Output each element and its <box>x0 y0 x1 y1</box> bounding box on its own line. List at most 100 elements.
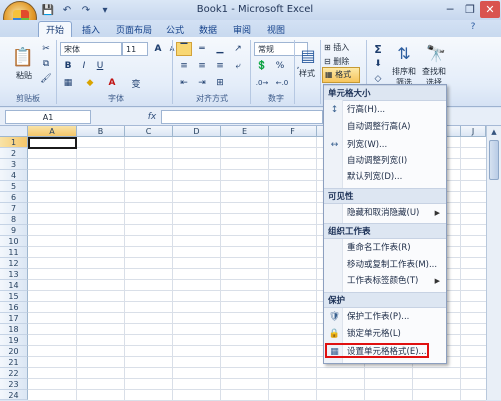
minimize-button[interactable]: ─ <box>440 1 460 18</box>
copy-icon[interactable]: ⧉ <box>38 57 54 71</box>
border-icon[interactable]: ▦ <box>60 76 76 90</box>
row-header-4[interactable]: 4 <box>0 170 28 181</box>
menu-item-autofit-row[interactable]: 自动调整行高(A) <box>324 119 446 135</box>
align-bottom-icon[interactable]: ▁ <box>212 42 228 56</box>
tab-review[interactable]: 审阅 <box>228 21 256 37</box>
format-cells-button[interactable]: ▦ 格式 <box>325 68 361 82</box>
find-select-label[interactable]: 查找和 <box>418 66 450 77</box>
align-center-icon[interactable]: ≡ <box>194 59 210 73</box>
redo-icon[interactable]: ↷ <box>78 3 94 18</box>
merge-center-icon[interactable]: ⊞ <box>212 76 228 90</box>
tab-view[interactable]: 视图 <box>262 21 290 37</box>
row-header-8[interactable]: 8 <box>0 214 28 225</box>
row-header-9[interactable]: 9 <box>0 225 28 236</box>
row-header-11[interactable]: 11 <box>0 247 28 258</box>
row-header-24[interactable]: 24 <box>0 390 28 400</box>
insert-cells-button[interactable]: ⊞ 插入 <box>324 41 362 55</box>
menu-item-autofit-column[interactable]: 自动调整列宽(I) <box>324 153 446 169</box>
row-header-12[interactable]: 12 <box>0 258 28 269</box>
column-header-a[interactable]: A <box>28 126 77 137</box>
styles-icon[interactable]: ▤ <box>296 44 320 66</box>
font-color-icon[interactable]: A <box>104 76 120 90</box>
save-icon[interactable]: 💾 <box>40 3 56 18</box>
tab-page-layout[interactable]: 页面布局 <box>110 21 158 37</box>
column-header-f[interactable]: F <box>269 126 317 137</box>
name-box[interactable]: A1 <box>5 110 91 124</box>
row-header-3[interactable]: 3 <box>0 159 28 170</box>
row-header-21[interactable]: 21 <box>0 357 28 368</box>
align-top-icon[interactable]: ▔ <box>176 42 192 56</box>
fill-icon[interactable]: ⬇ <box>370 57 386 71</box>
insert-function-button[interactable]: fx <box>144 110 160 124</box>
find-select-icon[interactable]: 🔭 <box>424 42 448 64</box>
italic-button[interactable]: I <box>76 59 92 73</box>
menu-item-row-height[interactable]: ↕ 行高(H)... <box>324 102 446 118</box>
underline-button[interactable]: U <box>92 59 108 73</box>
paste-label[interactable]: 粘贴 <box>11 70 37 81</box>
tab-insert[interactable]: 插入 <box>76 21 106 37</box>
decrease-indent-icon[interactable]: ⇤ <box>176 76 192 90</box>
tab-home[interactable]: 开始 <box>38 21 72 37</box>
row-header-6[interactable]: 6 <box>0 192 28 203</box>
row-header-2[interactable]: 2 <box>0 148 28 159</box>
formula-input[interactable] <box>161 110 323 124</box>
font-name-select[interactable]: 宋体 <box>60 42 122 56</box>
scroll-up-icon[interactable]: ▲ <box>487 126 501 138</box>
increase-decimal-icon[interactable]: .0→ <box>254 76 270 90</box>
select-all-corner[interactable] <box>0 126 28 137</box>
row-header-5[interactable]: 5 <box>0 181 28 192</box>
row-header-23[interactable]: 23 <box>0 379 28 390</box>
decrease-decimal-icon[interactable]: ←.0 <box>274 76 290 90</box>
vertical-scrollbar[interactable]: ▲ <box>486 126 501 400</box>
row-header-7[interactable]: 7 <box>0 203 28 214</box>
orientation-icon[interactable]: ↗ <box>230 42 246 56</box>
close-button[interactable]: ✕ <box>480 1 500 18</box>
menu-item-move-copy[interactable]: 移动或复制工作表(M)... <box>324 257 446 273</box>
font-size-select[interactable]: 11 <box>122 42 148 56</box>
row-header-17[interactable]: 17 <box>0 313 28 324</box>
active-cell[interactable] <box>28 137 77 149</box>
help-icon[interactable]: ? <box>466 22 480 35</box>
column-header-c[interactable]: C <box>125 126 173 137</box>
menu-item-hide-unhide[interactable]: 隐藏和取消隐藏(U) ▶ <box>324 205 446 221</box>
row-header-1[interactable]: 1 <box>0 137 28 148</box>
row-header-10[interactable]: 10 <box>0 236 28 247</box>
row-header-22[interactable]: 22 <box>0 368 28 379</box>
fill-color-icon[interactable]: ◆ <box>82 76 98 90</box>
percent-button[interactable]: % <box>272 59 288 73</box>
tab-data[interactable]: 数据 <box>194 21 222 37</box>
column-header-b[interactable]: B <box>77 126 125 137</box>
customize-qat-icon[interactable]: ▾ <box>97 3 113 18</box>
format-painter-icon[interactable]: 🖌 <box>38 72 54 86</box>
styles-label[interactable]: 样式 <box>294 68 320 79</box>
phonetic-icon[interactable]: 变 <box>128 76 144 90</box>
column-header-d[interactable]: D <box>173 126 221 137</box>
paste-icon[interactable]: 📋 <box>10 44 36 70</box>
menu-item-column-width[interactable]: ↔ 列宽(W)... <box>324 137 446 153</box>
menu-item-default-width[interactable]: 默认列宽(D)... <box>324 169 446 185</box>
column-header-j[interactable]: J <box>461 126 486 137</box>
align-left-icon[interactable]: ≡ <box>176 59 192 73</box>
undo-icon[interactable]: ↶ <box>59 3 75 18</box>
wrap-text-icon[interactable]: ⤶ <box>230 59 246 73</box>
row-header-13[interactable]: 13 <box>0 269 28 280</box>
column-header-e[interactable]: E <box>221 126 269 137</box>
cut-icon[interactable]: ✂ <box>38 42 54 56</box>
scroll-thumb[interactable] <box>489 140 499 180</box>
bold-button[interactable]: B <box>60 59 76 73</box>
row-header-15[interactable]: 15 <box>0 291 28 302</box>
row-header-20[interactable]: 20 <box>0 346 28 357</box>
menu-item-protect-sheet[interactable]: 🛡 保护工作表(P)... <box>324 309 446 325</box>
autosum-button[interactable]: Σ <box>370 42 386 56</box>
menu-item-rename-sheet[interactable]: 重命名工作表(R) <box>324 240 446 256</box>
menu-item-tab-color[interactable]: 工作表标签颜色(T) ▶ <box>324 273 446 289</box>
align-right-icon[interactable]: ≡ <box>212 59 228 73</box>
sort-filter-label[interactable]: 排序和 <box>388 66 420 77</box>
tab-formulas[interactable]: 公式 <box>161 21 189 37</box>
restore-button[interactable]: ❐ <box>460 1 480 18</box>
currency-icon[interactable]: 💲 <box>254 59 270 73</box>
sort-filter-icon[interactable]: ⇅ <box>392 42 416 64</box>
row-header-14[interactable]: 14 <box>0 280 28 291</box>
increase-indent-icon[interactable]: ⇥ <box>194 76 210 90</box>
menu-item-lock-cell[interactable]: 🔒 锁定单元格(L) <box>324 326 446 342</box>
